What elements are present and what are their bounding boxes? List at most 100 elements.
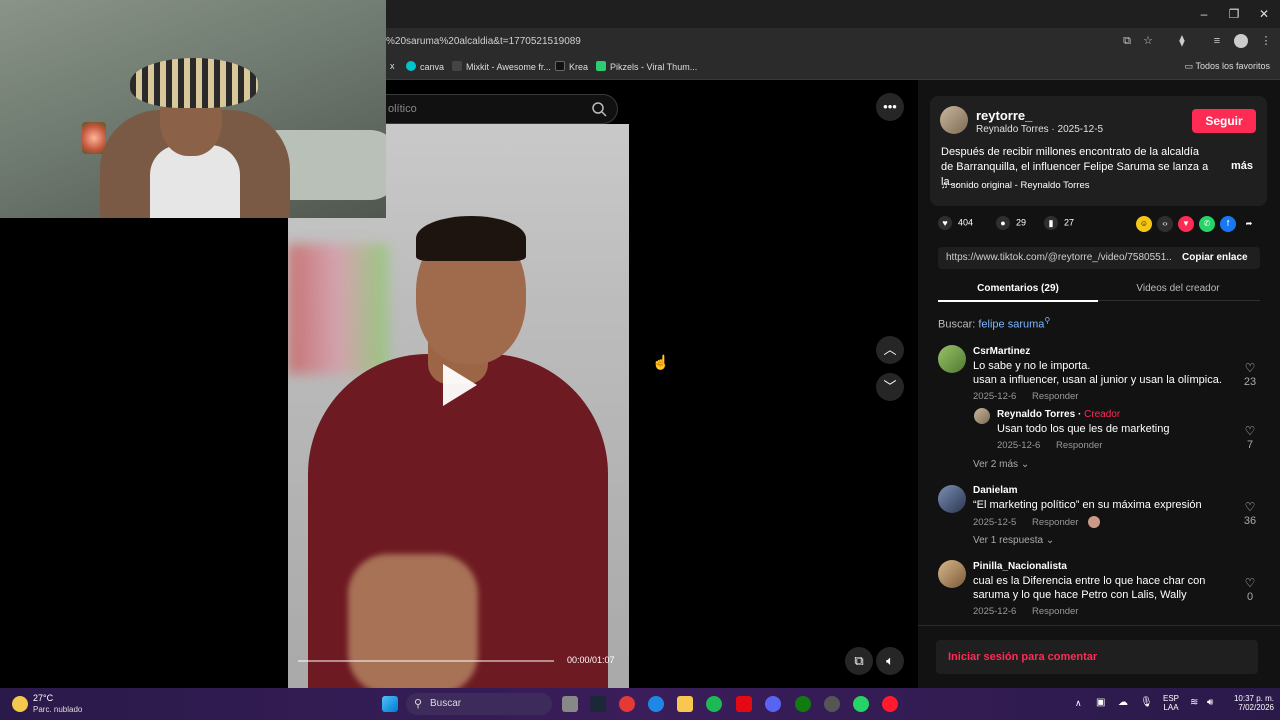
follow-button[interactable]: Seguir [1192, 109, 1256, 133]
commenter-avatar[interactable] [938, 560, 966, 588]
webcam-overlay [0, 0, 386, 218]
whatsapp-icon[interactable] [853, 696, 869, 712]
url-field[interactable]: %20saruma%20alcaldia&t=1770521519089 [386, 36, 581, 47]
bookmark-pikzels[interactable]: Pikzels - Viral Thum... [596, 61, 697, 72]
bookmark-krea[interactable]: Krea [555, 61, 588, 72]
play-icon[interactable] [443, 364, 477, 406]
restore-icon[interactable]: ❐ [1226, 6, 1242, 22]
commenter-avatar[interactable] [938, 345, 966, 373]
media-icon[interactable]: ≡ [1210, 34, 1224, 48]
reply-button[interactable]: Responder [1032, 517, 1078, 528]
login-to-comment-button[interactable]: Iniciar sesión para comentar [936, 640, 1258, 674]
share-arrow-icon[interactable]: ➦ [1241, 216, 1257, 232]
creator-tag: Creador [1084, 409, 1121, 420]
copy-link-button[interactable]: Copiar enlace [1182, 252, 1248, 263]
commenter-avatar[interactable] [938, 485, 966, 513]
facebook-icon[interactable]: f [1220, 216, 1236, 232]
reply-button[interactable]: Responder [1032, 606, 1078, 617]
more-options-icon[interactable]: ••• [876, 93, 904, 121]
bookmark-mixkit[interactable]: Mixkit - Awesome fr... [452, 61, 551, 72]
minimize-icon[interactable]: – [1196, 6, 1212, 22]
tray-app-icon[interactable]: ▣ [1096, 697, 1105, 708]
comment-date: 2025-12-6 [973, 391, 1017, 402]
volume-icon[interactable]: 🔈︎ [876, 647, 904, 675]
tray-chevron-icon[interactable]: ∧ [1075, 698, 1082, 709]
embed-icon[interactable]: ‹› [1157, 216, 1173, 232]
start-icon[interactable] [382, 696, 398, 712]
tab-comments[interactable]: Comentarios (29) [938, 283, 1098, 302]
bookmark-icon: ▮ [1044, 216, 1058, 230]
reply-user[interactable]: Reynaldo Torres · Creador [997, 409, 1120, 420]
heart-outline-icon[interactable]: ♡ [1240, 576, 1260, 590]
file-explorer-icon[interactable] [677, 696, 693, 712]
comment-search-suggestion[interactable]: Buscar: felipe saruma⚲ [938, 316, 1050, 331]
chevron-up-icon[interactable]: ︿ [876, 336, 904, 364]
profile-avatar[interactable] [1234, 34, 1248, 48]
heart-outline-icon[interactable]: ♡ [1240, 424, 1260, 438]
microphone-icon[interactable]: 🎙︎ [1140, 697, 1153, 708]
search-bar[interactable]: olítico [386, 94, 618, 124]
weather-icon[interactable] [12, 696, 28, 712]
tray-cloud-icon[interactable]: ☁ [1118, 697, 1128, 708]
reply-avatar[interactable] [974, 408, 990, 424]
spotify-icon[interactable] [706, 696, 722, 712]
volume-icon[interactable]: 🔊︎ [1207, 697, 1213, 708]
creator-username[interactable]: reytorre_ [976, 108, 1032, 123]
bookmark-canva[interactable]: canva [406, 61, 444, 72]
language-indicator[interactable]: ESP LAA [1160, 694, 1182, 712]
details-panel: reytorre_ Reynaldo Torres · 2025-12-5 Se… [918, 80, 1280, 688]
close-icon[interactable]: ✕ [1256, 6, 1272, 22]
pip-icon[interactable]: ⧉ [845, 647, 873, 675]
task-view-icon[interactable] [562, 696, 578, 712]
menu-icon[interactable]: ⋮ [1259, 34, 1273, 48]
video-person-hand [348, 554, 478, 688]
video-link[interactable]: https://www.tiktok.com/@reytorre_/video/… [946, 252, 1172, 263]
save-button[interactable]: ▮ 27 [1044, 216, 1074, 230]
heart-outline-icon[interactable]: ♡ [1240, 500, 1260, 514]
taskbar-search[interactable]: ⚲ Buscar [406, 693, 552, 715]
bookmark-star-icon[interactable]: ☆ [1141, 34, 1155, 48]
like-button[interactable]: ♥ 404 [938, 216, 973, 230]
reply-button[interactable]: Responder [1032, 391, 1078, 402]
bookmark-x[interactable]: x [390, 61, 395, 71]
reply-button[interactable]: Responder [1056, 440, 1102, 451]
coin-icon[interactable]: ☺ [1136, 216, 1152, 232]
clock[interactable]: 10:37 p. m. 7/02/2026 [1224, 694, 1274, 712]
chevron-down-icon[interactable]: ﹀ [876, 373, 904, 401]
creator-avatar[interactable] [940, 106, 968, 134]
heart-outline-icon[interactable]: ♡ [1240, 361, 1260, 375]
pikzels-icon [596, 61, 606, 71]
comment-button[interactable]: ● 29 [996, 216, 1026, 230]
comment-user[interactable]: Pinilla_Nacionalista [973, 561, 1067, 572]
comment-user[interactable]: CsrMartinez [973, 346, 1030, 357]
settings-icon[interactable] [824, 696, 840, 712]
whatsapp-icon[interactable]: ✆ [1199, 216, 1215, 232]
discord-icon[interactable] [765, 696, 781, 712]
search-keyword[interactable]: felipe saruma [978, 319, 1044, 331]
install-app-icon[interactable]: ⧉ [1120, 34, 1134, 48]
weather-status: Parc. nublado [33, 705, 83, 714]
video-progress-bar[interactable] [298, 660, 554, 662]
edge-icon[interactable] [648, 696, 664, 712]
view-replies[interactable]: Ver 1 respuesta ⌄ [973, 535, 1054, 546]
more-link[interactable]: más [1231, 160, 1253, 172]
wifi-icon[interactable]: ≋ [1190, 697, 1198, 708]
netflix-icon[interactable] [736, 696, 752, 712]
chrome-icon[interactable] [619, 696, 635, 712]
tab-creator-videos[interactable]: Videos del creador [1098, 283, 1258, 294]
comment-user[interactable]: Danielam [973, 485, 1017, 496]
comment-text: Lo sabe y no le importa. [973, 360, 1091, 372]
send-icon[interactable]: ▼ [1178, 216, 1194, 232]
comment-text: saruma y lo que hace Petro con Lalis, Wa… [973, 589, 1187, 601]
search-icon[interactable] [591, 101, 607, 117]
xbox-icon[interactable] [795, 696, 811, 712]
view-more-replies[interactable]: Ver 2 más ⌄ [973, 459, 1029, 470]
all-favorites[interactable]: ▭ Todos los favoritos [1185, 61, 1270, 72]
opera-icon[interactable] [882, 696, 898, 712]
steam-icon[interactable] [590, 696, 606, 712]
search-input[interactable]: olítico [388, 103, 417, 115]
sound-link[interactable]: ♫ sonido original - Reynaldo Torres [941, 180, 1089, 191]
extensions-icon[interactable]: ⧫ [1175, 34, 1189, 48]
link-row: https://www.tiktok.com/@reytorre_/video/… [938, 247, 1260, 269]
comment-date: 2025-12-6 [973, 606, 1017, 617]
